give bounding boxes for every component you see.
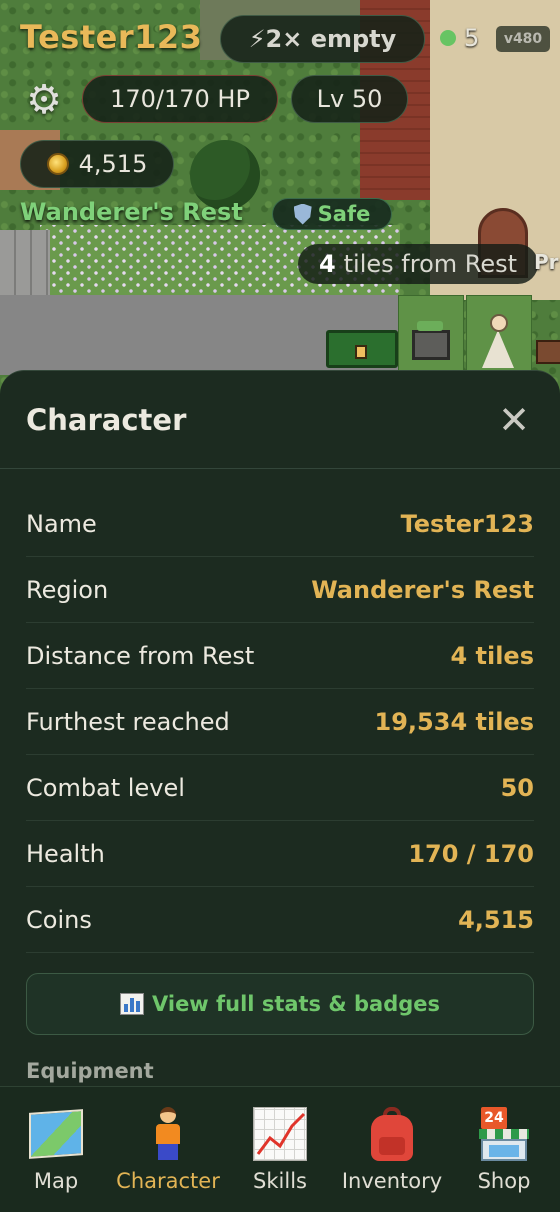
stat-label: Coins: [26, 905, 92, 934]
stat-value: Tester123: [400, 509, 534, 538]
distance-number: 4: [318, 250, 336, 278]
gear-icon[interactable]: ⚙: [22, 78, 66, 122]
safe-label: Safe: [317, 202, 371, 226]
offscreen-label: Pr: [534, 250, 559, 274]
stat-label: Combat level: [26, 773, 185, 802]
stat-value: 170 / 170: [408, 839, 534, 868]
online-dot-icon: [440, 30, 456, 46]
monk-npc[interactable]: [476, 312, 520, 368]
nav-label: Inventory: [341, 1169, 443, 1193]
boost-label: ⚡2× empty: [248, 25, 397, 53]
stat-row-coins: Coins 4,515: [26, 887, 534, 953]
level-pill: Lv 50: [291, 75, 408, 123]
backpack-icon: [364, 1107, 420, 1161]
nav-item-skills[interactable]: Skills: [224, 1087, 336, 1212]
lamp-icon: [355, 345, 367, 359]
nav-item-inventory[interactable]: Inventory: [336, 1087, 448, 1212]
stat-label: Region: [26, 575, 109, 604]
stat-value: 19,534 tiles: [374, 707, 534, 736]
stat-label: Distance from Rest: [26, 641, 255, 670]
flower-crate[interactable]: [412, 321, 450, 360]
shop-icon: 24: [476, 1107, 532, 1161]
wooden-trough: [536, 340, 560, 364]
stat-label: Furthest reached: [26, 707, 230, 736]
level-value: Lv 50: [316, 85, 383, 113]
distance-pill: 4 tiles from Rest: [298, 244, 538, 284]
hp-pill: 170/170 HP: [82, 75, 278, 123]
stat-row-health: Health 170 / 170: [26, 821, 534, 887]
region-name: Wanderer's Rest: [20, 198, 243, 226]
stat-row-furthest: Furthest reached 19,534 tiles: [26, 689, 534, 755]
equipment-heading: Equipment: [26, 1059, 154, 1083]
shield-icon: [293, 203, 312, 225]
stats-list: Name Tester123 Region Wanderer's Rest Dist…: [0, 469, 560, 953]
character-icon: [140, 1107, 196, 1161]
coin-icon: [46, 153, 69, 175]
coins-value: 4,515: [78, 150, 148, 178]
shop-sign[interactable]: [326, 330, 398, 368]
map-icon: [28, 1107, 84, 1161]
nav-label: Character: [116, 1169, 220, 1193]
boost-pill[interactable]: ⚡2× empty: [220, 15, 425, 63]
hp-value: 170/170 HP: [110, 85, 250, 113]
stat-row-name: Name Tester123: [26, 491, 534, 557]
bar-chart-icon: [119, 993, 144, 1015]
stat-row-region: Region Wanderer's Rest: [26, 557, 534, 623]
online-count: 5: [464, 24, 480, 52]
stat-row-distance: Distance from Rest 4 tiles: [26, 623, 534, 689]
view-stats-button[interactable]: View full stats & badges: [26, 973, 534, 1035]
player-name: Tester123: [20, 18, 203, 56]
skills-chart-icon: [252, 1107, 308, 1161]
stat-value: Wanderer's Rest: [311, 575, 534, 604]
nav-item-character[interactable]: Character: [112, 1087, 224, 1212]
stat-label: Health: [26, 839, 105, 868]
sheet-title: Character: [26, 402, 187, 437]
nav-item-shop[interactable]: 24 Shop: [448, 1087, 560, 1212]
stat-row-combat-level: Combat level 50: [26, 755, 534, 821]
stat-label: Name: [26, 509, 97, 538]
bottom-nav: Map Character Skills Inventory 24 Shop: [0, 1086, 560, 1212]
stat-value: 4 tiles: [450, 641, 534, 670]
coins-pill: 4,515: [20, 140, 174, 188]
stone-wall: [0, 230, 50, 300]
online-indicator: 5: [440, 24, 479, 52]
character-sheet: Character ✕ Name Tester123 Region Wanderer…: [0, 370, 560, 1086]
close-icon[interactable]: ✕: [494, 401, 534, 439]
nav-label: Skills: [253, 1169, 307, 1193]
sheet-header: Character ✕: [0, 371, 560, 469]
version-badge: v480: [496, 26, 550, 52]
distance-text: tiles from Rest: [343, 250, 518, 278]
nav-label: Map: [33, 1169, 79, 1193]
nav-item-map[interactable]: Map: [0, 1087, 112, 1212]
safe-badge: Safe: [272, 198, 392, 230]
stat-value: 50: [500, 773, 534, 802]
stat-value: 4,515: [458, 905, 534, 934]
nav-label: Shop: [477, 1169, 531, 1193]
view-stats-label: View full stats & badges: [151, 992, 441, 1016]
